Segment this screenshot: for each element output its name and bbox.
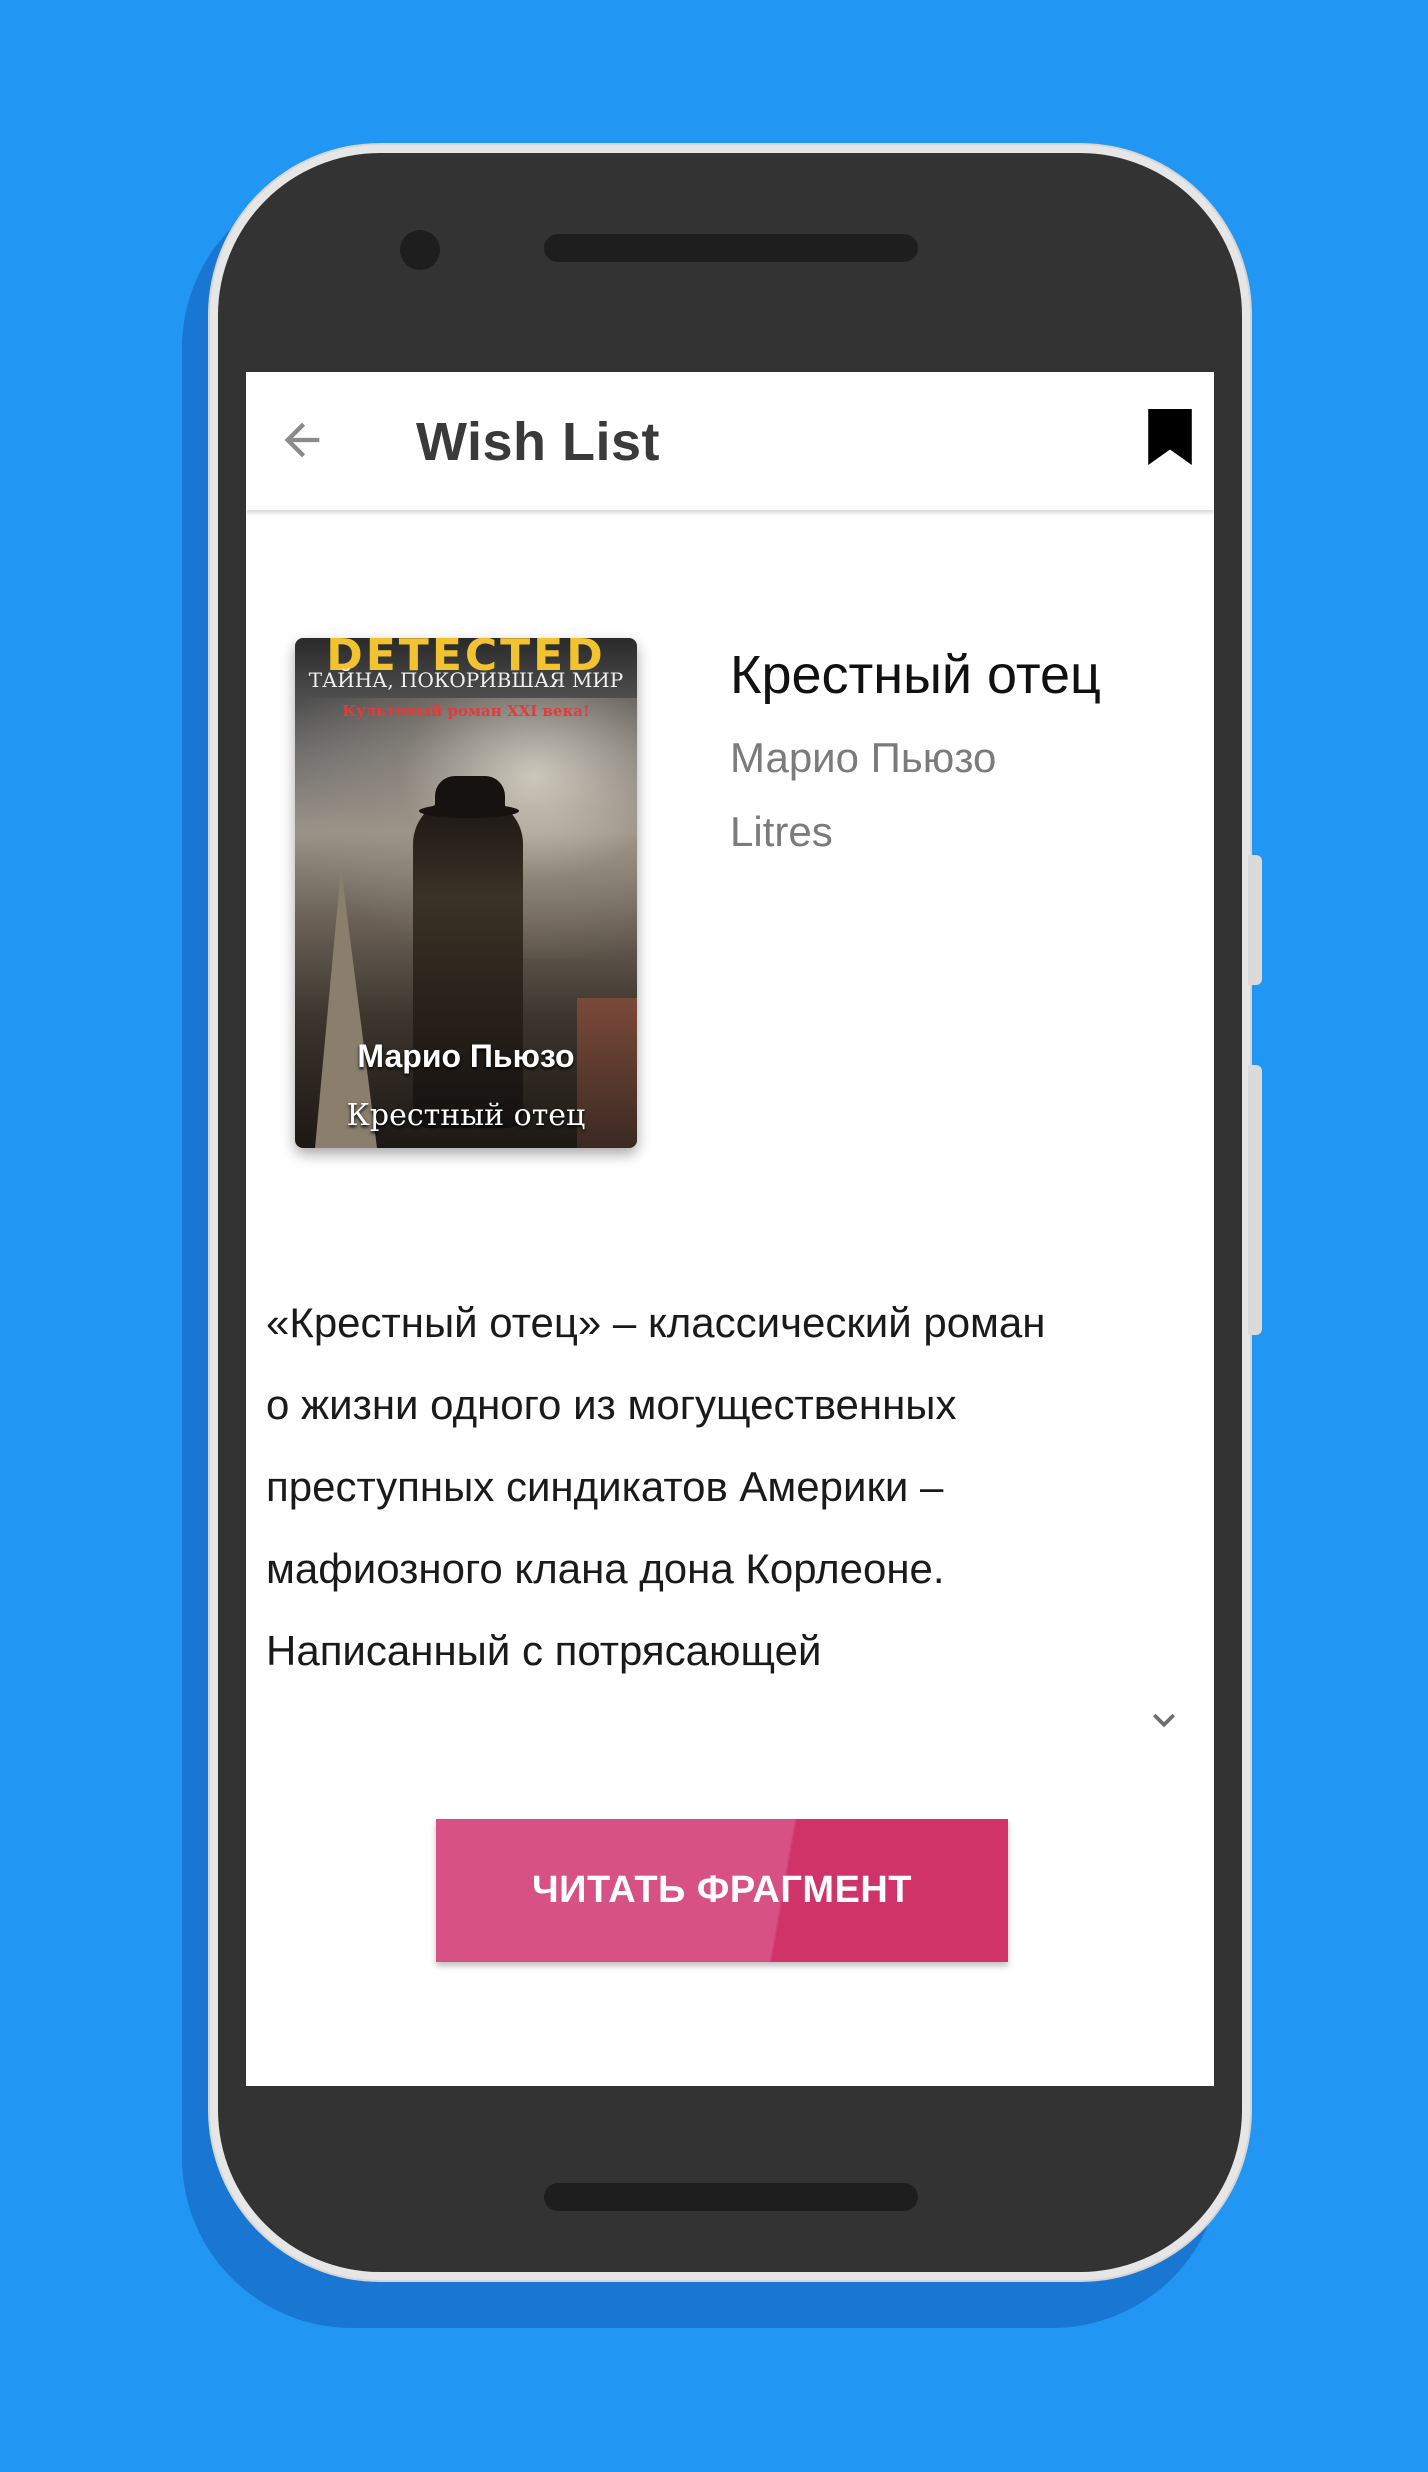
app-screen: Wish List DETECTED ТАЙНА, ПОКОРИВШАЯ МИР…	[246, 372, 1214, 2086]
bottom-speaker	[544, 2183, 918, 2211]
cover-subtitle: Культовый роман XXI века!	[342, 702, 590, 720]
cover-tagline: ТАЙНА, ПОКОРИВШАЯ МИР	[308, 668, 624, 692]
read-fragment-button[interactable]: ЧИТАТЬ ФРАГМЕНТ	[436, 1819, 1008, 1962]
book-cover[interactable]: DETECTED ТАЙНА, ПОКОРИВШАЯ МИР Культовый…	[295, 638, 637, 1148]
chevron-down-icon	[1153, 1713, 1175, 1728]
app-bar: Wish List	[246, 372, 1214, 510]
book-author: Марио Пьюзо	[730, 734, 997, 781]
volume-button	[1248, 1065, 1262, 1335]
front-camera	[400, 230, 440, 270]
cover-title: Крестный отец	[346, 1098, 586, 1133]
description-line: Написанный с потрясающей	[266, 1627, 822, 1674]
description-line: о жизни одного из могущественных	[266, 1381, 957, 1428]
page-title: Wish List	[416, 412, 661, 472]
description-line: преступных синдикатов Америки –	[266, 1463, 944, 1510]
cover-figure	[413, 798, 523, 1128]
book-title: Крестный отец	[730, 645, 1101, 705]
expand-description-button[interactable]	[1136, 1692, 1192, 1748]
bookmark-button[interactable]	[1138, 402, 1202, 472]
cover-hat	[435, 776, 505, 812]
bookmark-icon	[1148, 409, 1192, 465]
back-button[interactable]	[262, 400, 342, 480]
book-description: «Крестный отец» – классический роман о ж…	[266, 1282, 1166, 1692]
read-fragment-label: ЧИТАТЬ ФРАГМЕНТ	[531, 1869, 913, 1911]
description-line: «Крестный отец» – классический роман	[266, 1299, 1046, 1346]
earpiece-speaker	[544, 234, 918, 262]
description-line: мафиозного клана дона Корлеоне.	[266, 1545, 945, 1592]
arrow-left-icon	[284, 422, 320, 458]
cover-author: Марио Пьюзо	[357, 1038, 575, 1074]
power-button	[1248, 855, 1262, 985]
book-source: Litres	[730, 808, 833, 855]
